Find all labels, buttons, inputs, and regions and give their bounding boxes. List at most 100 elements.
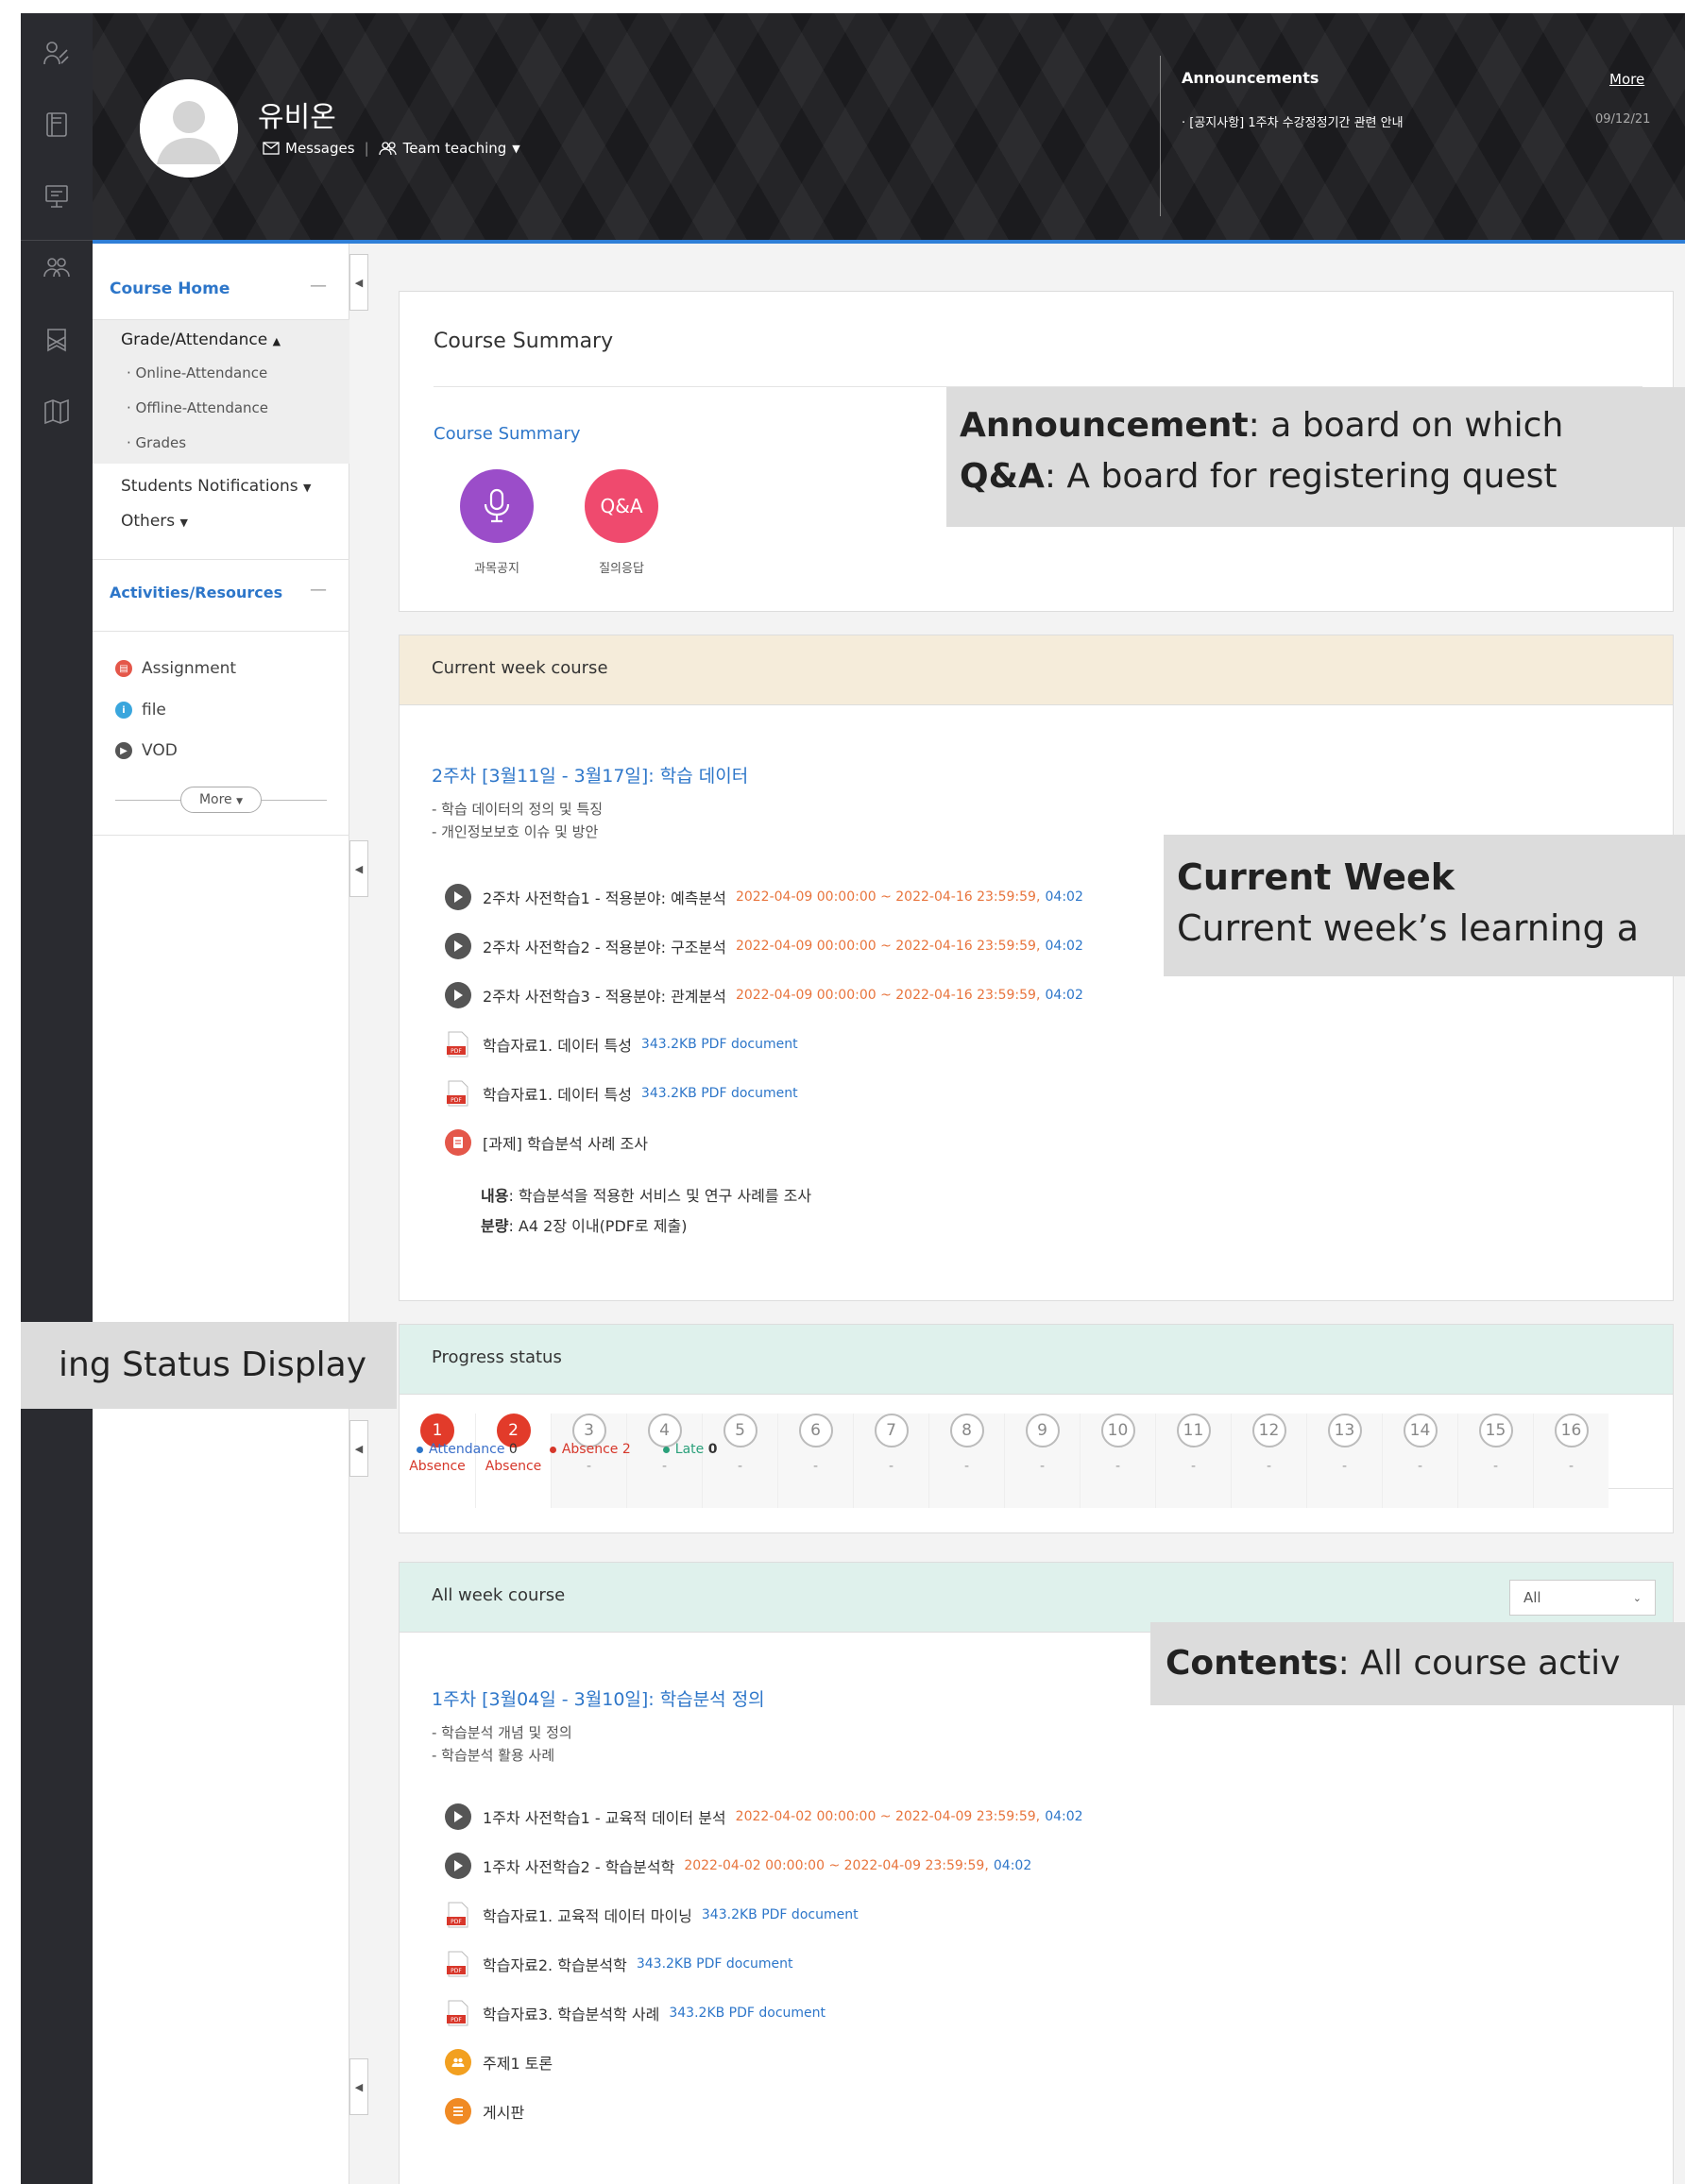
week-number: 5 bbox=[723, 1414, 757, 1448]
week-status: - bbox=[1266, 1459, 1272, 1474]
week-status: - bbox=[1115, 1459, 1121, 1474]
book-icon[interactable] bbox=[40, 108, 74, 142]
play-icon bbox=[445, 1853, 471, 1879]
week-progress-item[interactable]: 12 - bbox=[1231, 1414, 1306, 1508]
annotation-text: ing Status Display bbox=[59, 1346, 366, 1384]
week-progress-item[interactable]: 8- bbox=[928, 1414, 1004, 1508]
progress-legend: Attendance 0 Absence 2 Late 0 bbox=[417, 1442, 717, 1457]
envelope-icon bbox=[263, 142, 280, 155]
annotation-line: Q&A: A board for registering quest bbox=[960, 451, 1672, 502]
week-filter-select[interactable]: All ⌄ bbox=[1509, 1580, 1656, 1616]
assignment-icon bbox=[445, 1129, 471, 1156]
sidebar-collapse-toggle[interactable]: ◀ bbox=[349, 254, 368, 311]
video-activity[interactable]: 1주차 사전학습1 - 교육적 데이터 분석 2022-04-02 00:00:… bbox=[445, 1803, 1083, 1831]
week-progress-item[interactable]: 5- bbox=[702, 1414, 777, 1508]
play-icon bbox=[445, 884, 471, 910]
week-progress-item[interactable]: 13 - bbox=[1306, 1414, 1382, 1508]
week-progress-item[interactable]: 4- bbox=[626, 1414, 702, 1508]
chevron-down-icon: ▼ bbox=[303, 482, 312, 494]
activity-name: [과제] 학습분석 사례 조사 bbox=[483, 1135, 648, 1153]
annotation-text: : a board on which bbox=[1248, 406, 1564, 445]
resource-file[interactable]: i file bbox=[115, 701, 166, 720]
discussion-icon bbox=[445, 2049, 471, 2075]
annotation-bold: Contents bbox=[1166, 1644, 1338, 1683]
week-progress-item[interactable]: 15 - bbox=[1457, 1414, 1533, 1508]
board-activity[interactable]: 게시판 bbox=[445, 2097, 524, 2125]
activity-name: 1주차 사전학습2 - 학습분석학 bbox=[483, 1858, 675, 1876]
sidebar-item-offline-attendance[interactable]: · Offline-Attendance bbox=[127, 399, 268, 416]
week-progress-item[interactable]: 14 - bbox=[1382, 1414, 1457, 1508]
week-progress-item[interactable]: 16 - bbox=[1533, 1414, 1608, 1508]
activity-name: 게시판 bbox=[483, 2104, 525, 2122]
announcement-item[interactable]: · [공지사항] 1주차 수강정정기간 관련 안내 bbox=[1182, 112, 1404, 130]
sidebar-item-students-notifications[interactable]: Students Notifications ▼ bbox=[121, 477, 311, 496]
file-activity[interactable]: PDF 학습자료1. 데이터 특성 343.2KB PDF document bbox=[445, 1030, 798, 1058]
annotation-text: Current week’s learning a bbox=[1177, 907, 1639, 949]
week-status: - bbox=[1039, 1459, 1046, 1474]
annotation-summary: Announcement: a board on which Q&A: A bo… bbox=[946, 387, 1685, 527]
video-activity[interactable]: 2주차 사전학습3 - 적용분야: 관계분석 2022-04-09 00:00:… bbox=[445, 981, 1083, 1009]
assignment-activity[interactable]: [과제] 학습분석 사례 조사 bbox=[445, 1128, 648, 1157]
monitor-icon[interactable] bbox=[40, 179, 74, 213]
video-activity[interactable]: 2주차 사전학습2 - 적용분야: 구조분석 2022-04-09 00:00:… bbox=[445, 932, 1083, 960]
play-icon bbox=[445, 982, 471, 1008]
annotation-status: ing Status Display bbox=[21, 1322, 397, 1409]
activity-date: 2022-04-09 00:00:00 ~ 2022-04-16 23:59:5… bbox=[735, 939, 1041, 954]
week-progress-item[interactable]: 1 Absence bbox=[400, 1414, 475, 1508]
week-progress-item[interactable]: 11 - bbox=[1155, 1414, 1231, 1508]
messages-link[interactable]: Messages bbox=[285, 140, 355, 157]
discussion-activity[interactable]: 주제1 토론 bbox=[445, 2048, 553, 2076]
activity-duration: 04:02 bbox=[1045, 939, 1083, 954]
video-activity[interactable]: 2주차 사전학습1 - 적용분야: 예측분석 2022-04-09 00:00:… bbox=[445, 883, 1083, 911]
week-progress-item[interactable]: 6- bbox=[777, 1414, 853, 1508]
group-icon[interactable] bbox=[40, 251, 74, 285]
file-meta: 343.2KB PDF document bbox=[640, 1086, 798, 1101]
collapse-dash-icon[interactable]: — bbox=[310, 276, 327, 296]
week-progress-item[interactable]: 9- bbox=[1004, 1414, 1080, 1508]
resource-assignment[interactable]: ▤ Assignment bbox=[115, 659, 236, 678]
sidebar-item-others[interactable]: Others ▼ bbox=[121, 512, 188, 531]
file-activity[interactable]: PDF 학습자료2. 학습분석학 343.2KB PDF document bbox=[445, 1950, 793, 1978]
divider bbox=[262, 800, 327, 801]
sidebar-activities-resources[interactable]: Activities/Resources bbox=[110, 584, 282, 601]
week-status: - bbox=[888, 1459, 894, 1474]
content-label: 내용 bbox=[481, 1187, 509, 1205]
users-icon[interactable] bbox=[40, 36, 74, 70]
more-button[interactable]: More ▼ bbox=[180, 787, 262, 813]
file-activity[interactable]: PDF 학습자료1. 데이터 특성 343.2KB PDF document bbox=[445, 1079, 798, 1108]
file-activity[interactable]: PDF 학습자료1. 교육적 데이터 마이닝 343.2KB PDF docum… bbox=[445, 1901, 859, 1929]
activity-duration: 04:02 bbox=[1045, 988, 1083, 1003]
sidebar-course-home[interactable]: Course Home bbox=[110, 279, 230, 298]
week-progress-item[interactable]: 3- bbox=[551, 1414, 626, 1508]
sidebar-collapse-toggle[interactable]: ◀ bbox=[349, 840, 368, 897]
team-teaching-dropdown[interactable]: Team teaching bbox=[403, 140, 507, 157]
sidebar-item-online-attendance[interactable]: · Online-Attendance bbox=[127, 364, 267, 381]
pass-icon[interactable] bbox=[40, 323, 74, 357]
week-title[interactable]: 2주차 [3월11일 - 3월17일]: 학습 데이터 bbox=[432, 762, 748, 787]
course-header: 유비온 Messages | Team teaching ▼ Announcem… bbox=[93, 13, 1685, 244]
legend-attendance: Attendance 0 bbox=[417, 1442, 518, 1457]
file-activity[interactable]: PDF 학습자료3. 학습분석학 사례 343.2KB PDF document bbox=[445, 1999, 825, 2027]
collapse-dash-icon[interactable]: — bbox=[310, 580, 327, 600]
course-summary-link[interactable]: Course Summary bbox=[434, 424, 581, 444]
week-description: - 학습분석 개념 및 정의 - 학습분석 활용 사례 bbox=[432, 1721, 572, 1767]
sidebar-item-grade-attendance[interactable]: Grade/Attendance ▲ bbox=[121, 330, 281, 349]
chevron-down-icon: ▼ bbox=[236, 797, 244, 806]
video-activity[interactable]: 1주차 사전학습2 - 학습분석학 2022-04-02 00:00:00 ~ … bbox=[445, 1852, 1031, 1880]
week-progress-item[interactable]: 7- bbox=[853, 1414, 928, 1508]
sidebar-collapse-toggle[interactable]: ◀ bbox=[349, 2058, 368, 2115]
legend-late: Late 0 bbox=[662, 1442, 717, 1457]
week-progress-item[interactable]: 10 - bbox=[1080, 1414, 1155, 1508]
week-title[interactable]: 1주차 [3월04일 - 3월10일]: 학습분석 정의 bbox=[432, 1685, 765, 1711]
week-progress-item[interactable]: 2 Absence bbox=[475, 1414, 551, 1508]
microphone-icon bbox=[484, 488, 510, 523]
resource-vod[interactable]: ▶ VOD bbox=[115, 741, 178, 760]
map-icon[interactable] bbox=[40, 395, 74, 429]
sidebar-collapse-toggle[interactable]: ◀ bbox=[349, 1420, 368, 1477]
sidebar-item-grades[interactable]: · Grades bbox=[127, 434, 186, 451]
announcements-more-link[interactable]: More bbox=[1609, 71, 1644, 88]
announcement-board-button[interactable] bbox=[460, 469, 534, 543]
activity-name: 2주차 사전학습3 - 적용분야: 관계분석 bbox=[483, 988, 726, 1006]
qa-board-button[interactable]: Q&A bbox=[585, 469, 658, 543]
avatar[interactable] bbox=[140, 79, 238, 178]
